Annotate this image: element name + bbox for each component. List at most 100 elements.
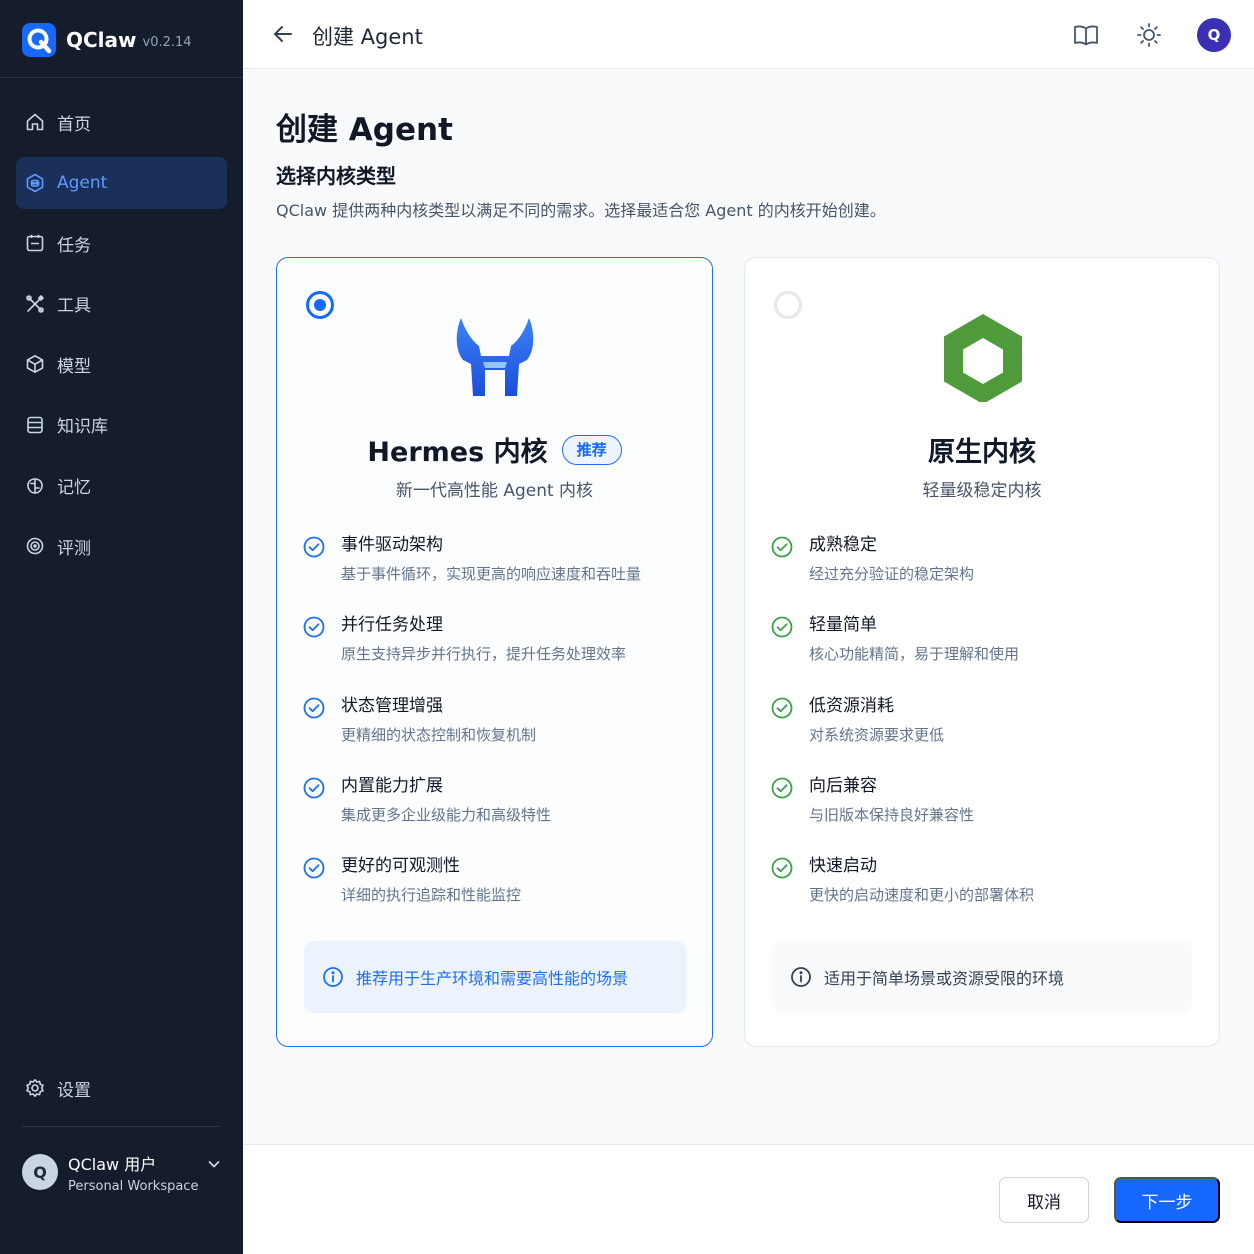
info-icon [323,967,343,987]
note-text: 适用于简单场景或资源受限的环境 [824,969,1065,988]
sidebar-item-evaluation[interactable]: 评测 [16,520,227,572]
native-hexagon-logo-icon [944,314,1022,402]
check-circle-icon [771,697,793,718]
sidebar-nav: 首页 Agent 任务 工具 模型 知识库 记忆 评测 [16,96,227,581]
list-item: 并行任务处理 原生支持异步并行执行，提升任务处理效率 [303,613,692,693]
check-circle-icon [303,777,325,799]
feature-title: 低资源消耗 [809,695,894,716]
cancel-button[interactable]: 取消 [999,1177,1089,1223]
check-circle-icon [303,697,325,718]
qclaw-logo-icon [22,23,56,57]
book-icon[interactable] [1073,22,1099,48]
tools-icon [24,293,46,315]
check-circle-icon [771,777,793,799]
feature-title: 事件驱动架构 [341,535,443,555]
user-menu[interactable]: Q QClaw 用户 Personal Workspace [22,1148,222,1196]
list-item: 低资源消耗 对系统资源要求更低 [771,694,1199,774]
feature-desc: 基于事件循环，实现更高的响应速度和吞吐量 [341,565,642,583]
evaluation-icon [24,535,46,557]
sidebar-item-label: 首页 [57,114,91,135]
sidebar-item-agent[interactable]: Agent [16,156,227,209]
page-title: 创建 Agent [276,112,453,148]
sidebar-item-label: 记忆 [57,478,91,499]
card-title-row: 原生内核 [745,430,1219,469]
sidebar-divider [0,77,243,78]
settings-section: 设置 [16,1062,227,1123]
sidebar-item-home[interactable]: 首页 [16,96,227,148]
radio-selected[interactable] [306,291,334,319]
sidebar-item-label: 工具 [57,296,91,317]
app-name: QClaw [66,28,137,52]
hermes-logo-icon [456,318,534,396]
model-icon [24,353,46,375]
check-circle-icon [303,616,325,638]
feature-desc: 更快的启动速度和更小的部署体积 [809,886,1035,905]
card-title: 原生内核 [928,437,1036,468]
app-version: v0.2.14 [142,34,192,50]
topbar: 创建 Agent Q [243,0,1254,69]
feature-list: 事件驱动架构 基于事件循环，实现更高的响应速度和吞吐量 并行任务处理 原生支持异… [303,533,692,934]
card-subtitle: 轻量级稳定内核 [922,481,1042,501]
user-name: QClaw 用户 [68,1154,157,1174]
sidebar-item-tools[interactable]: 工具 [16,278,227,330]
card-title-row: Hermes 内核 推荐 [277,430,712,469]
list-item: 更好的可观测性 详细的执行追踪和性能监控 [303,854,692,934]
list-item: 向后兼容 与旧版本保持良好兼容性 [771,774,1199,854]
sidebar-item-models[interactable]: 模型 [16,338,227,390]
list-item: 轻量简单 核心功能精简，易于理解和使用 [771,613,1199,693]
feature-desc: 对系统资源要求更低 [809,725,945,744]
feature-desc: 经过充分验证的稳定架构 [809,565,975,583]
sidebar-item-label: Agent [57,172,108,193]
sun-icon[interactable] [1136,22,1162,48]
feature-title: 更好的可观测性 [341,856,460,877]
check-circle-icon [771,536,793,558]
feature-desc: 集成更多企业级能力和高级特性 [341,805,552,824]
sidebar: QClaw v0.2.14 首页 Agent 任务 工具 模型 知识库 记忆 评… [0,0,243,1254]
feature-desc: 与旧版本保持良好兼容性 [809,805,975,824]
radio-unselected[interactable] [774,291,802,319]
feature-title: 快速启动 [809,856,877,877]
recommended-badge: 推荐 [561,434,622,465]
card-title: Hermes 内核 [367,437,548,468]
avatar[interactable]: Q [1197,18,1231,52]
sidebar-item-tasks[interactable]: 任务 [16,217,227,269]
feature-title: 状态管理增强 [341,695,443,716]
workspace-name: Personal Workspace [68,1178,199,1194]
page-subtitle: 选择内核类型 [276,164,396,188]
feature-title: 轻量简单 [809,615,877,636]
next-step-button[interactable]: 下一步 [1114,1177,1220,1223]
feature-desc: 原生支持异步并行执行，提升任务处理效率 [341,645,627,664]
note-text: 推荐用于生产环境和需要高性能的场景 [356,969,629,988]
kernel-card-hermes[interactable]: Hermes 内核 推荐 新一代高性能 Agent 内核 事件驱动架构 基于事件… [276,257,713,1047]
back-arrow-icon[interactable] [271,22,295,46]
agent-icon [24,172,46,194]
sidebar-item-knowledge[interactable]: 知识库 [16,399,227,451]
feature-title: 内置能力扩展 [341,775,443,796]
page-description: QClaw 提供两种内核类型以满足不同的需求。选择最适合您 Agent 的内核开… [276,201,886,220]
info-icon [791,967,811,987]
list-item: 状态管理增强 更精细的状态控制和恢复机制 [303,694,692,774]
brand[interactable]: QClaw v0.2.14 [22,22,192,58]
task-icon [24,232,46,254]
list-item: 内置能力扩展 集成更多企业级能力和高级特性 [303,774,692,854]
list-item: 事件驱动架构 基于事件循环，实现更高的响应速度和吞吐量 [303,533,692,613]
sidebar-divider [22,1126,220,1127]
check-circle-icon [771,857,793,879]
kernel-card-native[interactable]: 原生内核 轻量级稳定内核 成熟稳定 经过充分验证的稳定架构 轻量简单 核心功能精… [744,257,1220,1047]
sidebar-item-memory[interactable]: 记忆 [16,460,227,512]
database-icon [24,414,46,436]
check-circle-icon [771,616,793,638]
usage-note: 适用于简单场景或资源受限的环境 [772,941,1192,1013]
sidebar-item-settings[interactable]: 设置 [16,1062,227,1114]
memory-icon [24,475,46,497]
sidebar-item-label: 任务 [57,235,91,256]
avatar: Q [22,1154,58,1190]
feature-title: 并行任务处理 [341,615,443,636]
main-content: 创建 Agent 选择内核类型 QClaw 提供两种内核类型以满足不同的需求。选… [243,70,1254,1144]
check-circle-icon [303,857,325,879]
chevron-down-icon[interactable] [206,1156,222,1172]
check-circle-icon [303,536,325,558]
list-item: 快速启动 更快的启动速度和更小的部署体积 [771,854,1199,934]
feature-title: 成熟稳定 [809,535,877,555]
recommendation-note: 推荐用于生产环境和需要高性能的场景 [304,941,686,1013]
